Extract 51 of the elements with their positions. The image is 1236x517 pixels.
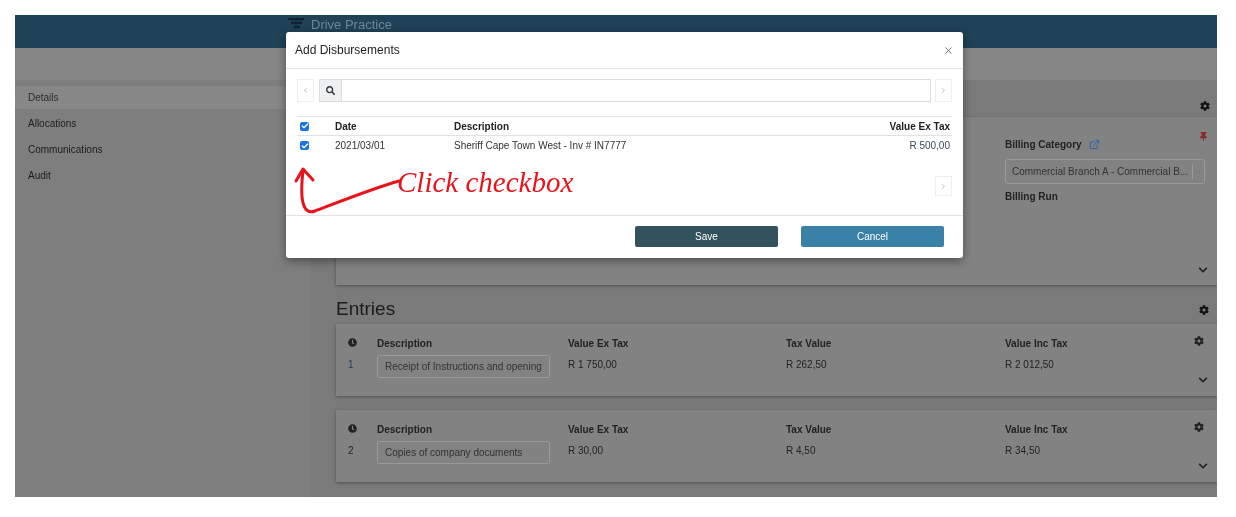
column-label: Value Ex Tax: [568, 337, 630, 351]
column-label: Value Inc Tax: [1005, 423, 1068, 437]
chevron-down-icon[interactable]: [1198, 265, 1208, 275]
table-cell-text: R 500,00: [909, 139, 951, 153]
chevron-down-icon[interactable]: [1198, 461, 1208, 471]
close-button[interactable]: [942, 44, 954, 56]
tax-value: R 262,50: [786, 358, 828, 372]
save-button[interactable]: Save: [635, 226, 778, 247]
section-title: Entries: [336, 297, 396, 322]
column-header: Date: [335, 119, 358, 134]
description-field[interactable]: Copies of company documents: [377, 441, 550, 464]
column-label: Value Inc Tax: [1005, 337, 1068, 351]
settings-icon[interactable]: [1194, 422, 1204, 432]
search-icon: [326, 86, 335, 95]
checkbox[interactable]: [300, 141, 309, 150]
tax-value: R 4,50: [786, 444, 817, 458]
column-label: Description: [377, 423, 433, 437]
settings-icon[interactable]: [1199, 304, 1209, 315]
field-label: Billing Category: [1005, 138, 1082, 152]
app-title: Drive Practice: [311, 18, 392, 32]
chevron-right-icon: [940, 87, 947, 94]
field-label: Billing Run: [1005, 190, 1059, 204]
column-header: Value Ex Tax: [889, 119, 951, 134]
clock-icon: [348, 424, 357, 433]
pin-icon[interactable]: [1199, 132, 1208, 141]
chevron-down-icon[interactable]: [1198, 375, 1208, 385]
table-cell-text: 2021/03/01: [335, 139, 387, 153]
column-header: Description: [454, 119, 510, 134]
annotation-text: Click checkbox: [397, 165, 574, 199]
modal-title: Add Disbursements: [295, 42, 400, 59]
value-inc-tax: R 2 012,50: [1005, 358, 1055, 372]
value-ex-tax: R 1 750,00: [568, 358, 618, 372]
checkbox[interactable]: [300, 121, 309, 131]
clock-icon: [348, 338, 357, 347]
settings-icon[interactable]: [1200, 101, 1210, 111]
column-label: Tax Value: [786, 423, 833, 437]
column-label: Tax Value: [786, 337, 833, 351]
table-cell-text: Sheriff Cape Town West - Inv # IN7777: [454, 139, 628, 153]
entry-number: 2: [348, 444, 355, 458]
chevron-left-icon: [302, 87, 309, 94]
settings-icon[interactable]: [1194, 336, 1204, 346]
entry-number: 1: [348, 358, 355, 372]
cancel-button[interactable]: Cancel: [801, 226, 944, 247]
value-ex-tax: R 30,00: [568, 444, 605, 458]
billing-category-select[interactable]: Commercial Branch A - Commercial B...: [1005, 159, 1205, 184]
column-label: Value Ex Tax: [568, 423, 630, 437]
search-field[interactable]: [319, 79, 931, 102]
value-inc-tax: R 34,50: [1005, 444, 1042, 458]
column-label: Description: [377, 337, 433, 351]
chevron-right-icon: [940, 182, 947, 190]
description-field[interactable]: Receipt of Instructions and opening: [377, 355, 550, 378]
